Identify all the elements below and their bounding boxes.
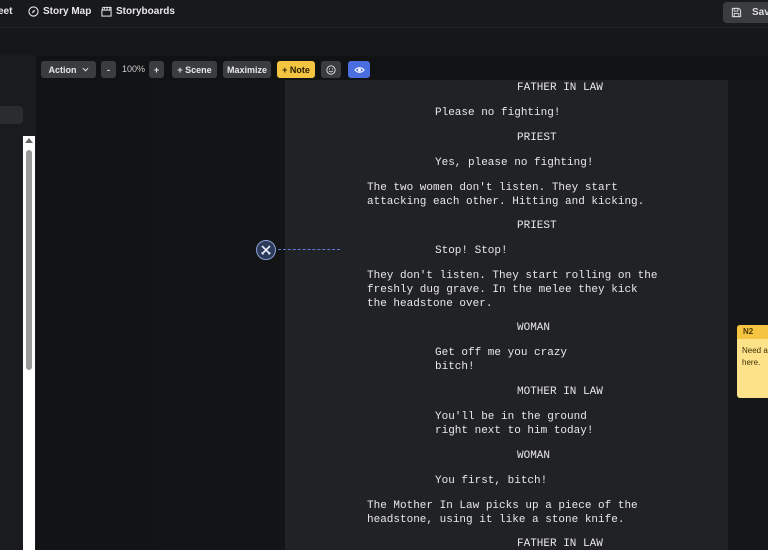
nav-item-storyboards[interactable]: Storyboards bbox=[101, 6, 175, 17]
save-icon bbox=[731, 7, 742, 18]
scroll-up-arrow-icon[interactable] bbox=[25, 138, 33, 143]
action-label: Action bbox=[48, 64, 77, 75]
chevron-down-icon bbox=[82, 67, 88, 72]
script-character: PRIEST bbox=[517, 132, 557, 144]
zoom-in-button[interactable]: + bbox=[149, 61, 164, 78]
nav-label: eet bbox=[0, 6, 13, 17]
script-dialogue: You'll be in the ground right next to hi… bbox=[435, 411, 594, 437]
script-action: The Mother In Law picks up a piece of th… bbox=[367, 500, 638, 526]
marker-connector bbox=[278, 249, 340, 250]
add-scene-button[interactable]: + Scene bbox=[172, 61, 217, 78]
script-dialogue: Get off me you crazy bitch! bbox=[435, 347, 568, 373]
nav-label: Storyboards bbox=[116, 6, 175, 17]
script-character: FATHER IN LAW bbox=[517, 538, 603, 550]
compass-icon bbox=[28, 6, 39, 17]
zoom-level: 100% bbox=[122, 64, 146, 74]
crossed-swords-icon bbox=[261, 245, 271, 255]
eye-icon bbox=[353, 66, 365, 73]
toggle-visibility-button[interactable] bbox=[348, 61, 370, 78]
right-margin bbox=[728, 80, 768, 550]
emoji-button[interactable] bbox=[321, 61, 341, 78]
script-page[interactable]: FATHER IN LAW Please no fighting! PRIEST… bbox=[285, 80, 728, 550]
maximize-button[interactable]: Maximize bbox=[223, 61, 271, 78]
script-dialogue: Stop! Stop! bbox=[435, 245, 508, 257]
scrollbar-thumb[interactable] bbox=[26, 150, 32, 370]
script-character: MOTHER IN LAW bbox=[517, 386, 603, 398]
script-character: PRIEST bbox=[517, 220, 557, 232]
zoom-out-button[interactable]: - bbox=[101, 61, 116, 78]
scene-marker[interactable] bbox=[256, 240, 276, 260]
script-character: WOMAN bbox=[517, 450, 551, 462]
script-dialogue: Yes, please no fighting! bbox=[435, 157, 594, 169]
save-label: Save bbox=[752, 7, 768, 18]
add-note-button[interactable]: + Note bbox=[277, 61, 315, 78]
nav-item-story-map[interactable]: Story Map bbox=[28, 6, 91, 17]
note-text: Need a here. bbox=[742, 346, 768, 367]
clapperboard-icon bbox=[101, 6, 112, 17]
script-action: They don't listen. They start rolling on… bbox=[367, 270, 658, 310]
left-panel-item[interactable] bbox=[0, 106, 23, 124]
smiley-icon bbox=[326, 64, 336, 75]
script-character: FATHER IN LAW bbox=[517, 82, 603, 94]
save-button[interactable]: Save bbox=[723, 2, 768, 23]
nav-label: Story Map bbox=[43, 6, 92, 17]
top-navigation-bar: eet Story Map Storyboards Save bbox=[0, 0, 768, 27]
script-dialogue: Please no fighting! bbox=[435, 107, 561, 119]
canvas-left-column bbox=[36, 80, 154, 550]
secondary-bar bbox=[0, 27, 768, 56]
sticky-note[interactable]: N2 Need a here. bbox=[737, 325, 768, 398]
script-dialogue: You first, bitch! bbox=[435, 475, 548, 487]
script-character: WOMAN bbox=[517, 322, 551, 334]
note-id: N2 bbox=[737, 325, 768, 339]
action-dropdown[interactable]: Action bbox=[41, 61, 96, 78]
script-action: The two women don't listen. They start a… bbox=[367, 182, 645, 208]
nav-item-sheet[interactable]: eet bbox=[0, 6, 12, 17]
